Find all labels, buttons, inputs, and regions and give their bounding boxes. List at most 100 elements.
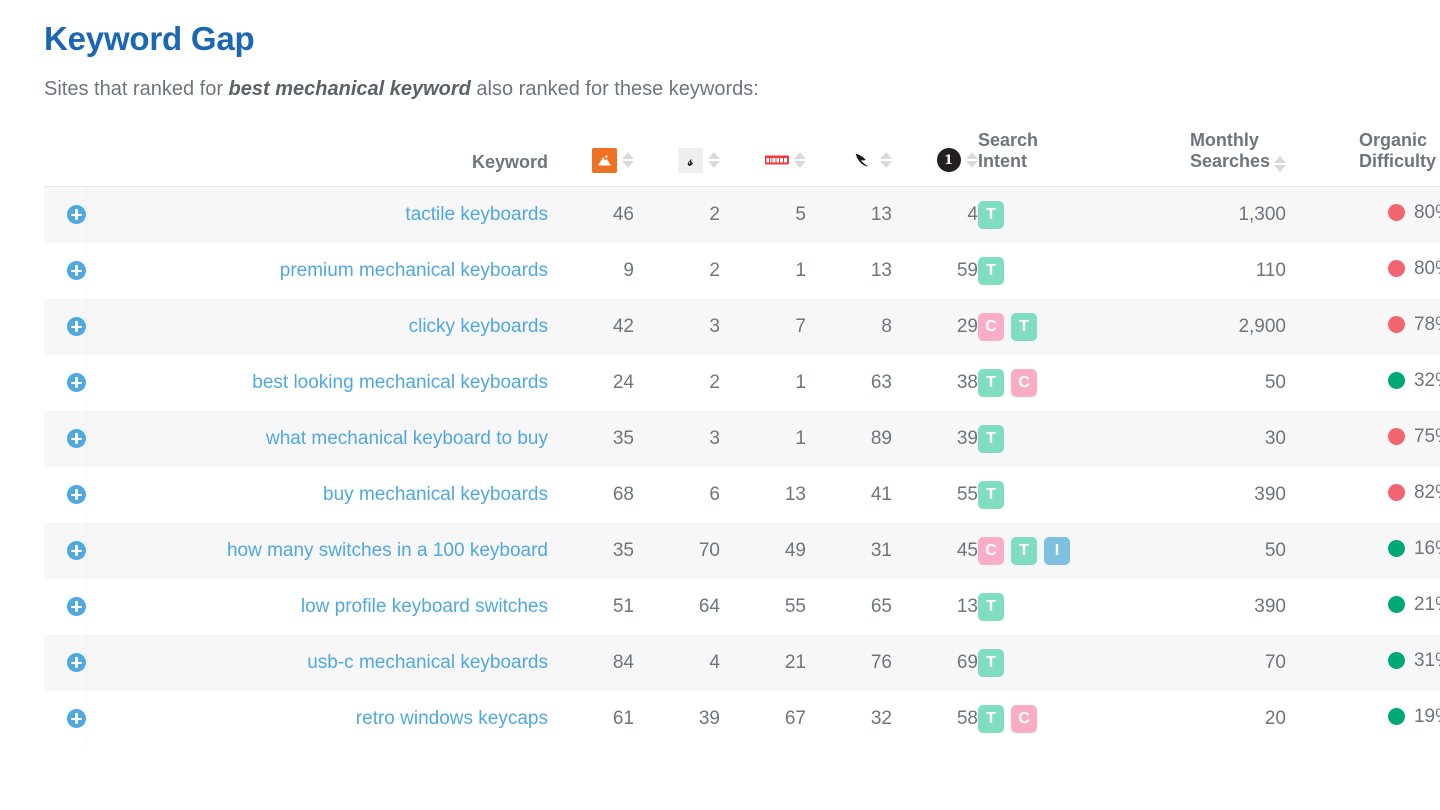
- site-1-rank-cell: 9: [548, 242, 634, 299]
- site-5-sort-toggle[interactable]: [966, 151, 978, 169]
- site-2-rank-cell: 3: [634, 298, 720, 355]
- difficulty-dot-icon: [1387, 260, 1405, 278]
- site-5-rank-cell: 55: [892, 466, 978, 523]
- site-1-sort-toggle[interactable]: [622, 151, 634, 169]
- site-4-rank-cell: 63: [806, 354, 892, 411]
- expand-row-cell[interactable]: [44, 186, 87, 243]
- site-4-rank-cell: 41: [806, 466, 892, 523]
- black-circle-one-favicon-icon: 1: [936, 148, 961, 173]
- plus-circle-icon[interactable]: [66, 205, 86, 225]
- keyword-link[interactable]: low profile keyboard switches: [301, 596, 548, 617]
- plus-circle-icon[interactable]: [66, 597, 86, 617]
- difficulty-value: 16%: [1413, 537, 1440, 559]
- keyword-link[interactable]: retro windows keycaps: [356, 708, 548, 729]
- site-2-column-header[interactable]: 𝓈: [634, 130, 720, 187]
- intent-badge-c: C: [978, 312, 1004, 341]
- site-3-sort-toggle[interactable]: [794, 151, 806, 169]
- difficulty-indicator: 80%: [1387, 257, 1440, 280]
- keyword-link[interactable]: buy mechanical keyboards: [323, 484, 548, 505]
- keyword-link[interactable]: usb-c mechanical keyboards: [307, 652, 548, 673]
- site-1-rank-cell: 46: [548, 186, 634, 243]
- monthly-searches-sort-toggle[interactable]: [1274, 155, 1286, 173]
- intent-badge-group: T: [978, 480, 1096, 509]
- difficulty-value: 80%: [1413, 257, 1440, 279]
- expand-row-cell[interactable]: [44, 578, 87, 635]
- plus-circle-icon[interactable]: [66, 317, 86, 337]
- site-3-rank-cell: 1: [720, 242, 806, 299]
- plus-circle-icon[interactable]: [66, 373, 86, 393]
- keyword-link[interactable]: what mechanical keyboard to buy: [266, 428, 548, 449]
- site-1-rank-cell: 24: [548, 354, 634, 411]
- organic-difficulty-cell: 80%: [1286, 186, 1440, 243]
- expand-row-cell[interactable]: [44, 522, 87, 579]
- difficulty-value: 21%: [1413, 593, 1440, 615]
- keyword-cell: low profile keyboard switches: [86, 578, 548, 635]
- keyword-link[interactable]: premium mechanical keyboards: [280, 260, 548, 281]
- site-3-rank-cell: 5: [720, 186, 806, 243]
- intent-badge-group: CT: [978, 312, 1096, 341]
- organic-difficulty-cell: 19%: [1286, 690, 1440, 747]
- organic-difficulty-column-header[interactable]: Organic Difficulty: [1286, 130, 1440, 187]
- keyword-cell: what mechanical keyboard to buy: [86, 410, 548, 467]
- site-2-rank-cell: 6: [634, 466, 720, 523]
- site-1-rank-cell: 51: [548, 578, 634, 635]
- expand-row-cell[interactable]: [44, 298, 87, 355]
- difficulty-indicator: 32%: [1387, 370, 1440, 392]
- site-1-rank-cell: 35: [548, 410, 634, 467]
- expand-row-cell[interactable]: [44, 354, 87, 411]
- monthly-searches-column-header[interactable]: Monthly Searches: [1096, 130, 1286, 187]
- keyword-link[interactable]: best looking mechanical keyboards: [252, 372, 548, 393]
- site-3-rank-cell: 13: [720, 466, 806, 523]
- site-4-rank-cell: 65: [806, 578, 892, 635]
- plus-circle-icon[interactable]: [66, 429, 86, 449]
- table-row: tactile keyboards4625134T 1,300 80%: [44, 186, 1440, 243]
- keyword-link[interactable]: tactile keyboards: [405, 204, 548, 225]
- site-5-column-header[interactable]: 1: [892, 130, 978, 187]
- search-intent-cell: T: [978, 466, 1096, 523]
- difficulty-value: 75%: [1413, 425, 1440, 447]
- site-4-sort-toggle[interactable]: [880, 151, 892, 169]
- expand-row-cell[interactable]: [44, 242, 87, 299]
- difficulty-indicator: 80%: [1387, 202, 1440, 224]
- search-intent-label-line2: Intent: [978, 151, 1027, 172]
- plus-circle-icon[interactable]: [66, 709, 86, 729]
- intent-badge-c: C: [1011, 368, 1037, 397]
- plus-circle-icon[interactable]: [66, 541, 86, 561]
- keyword-cell: how many switches in a 100 keyboard: [86, 522, 548, 579]
- svg-text:𝓈: 𝓈: [687, 153, 693, 169]
- difficulty-indicator: 16%: [1387, 537, 1440, 560]
- difficulty-dot-icon: [1387, 316, 1405, 334]
- keyword-gap-page: Keyword Gap Sites that ranked for best m…: [0, 0, 1440, 810]
- site-2-sort-toggle[interactable]: [708, 151, 720, 169]
- search-intent-cell: T: [978, 634, 1096, 691]
- organic-difficulty-cell: 21%: [1286, 578, 1440, 635]
- intent-badge-t: T: [978, 704, 1004, 733]
- site-3-column-header[interactable]: [720, 130, 806, 187]
- monthly-searches-cell: 70: [1096, 634, 1286, 691]
- site-3-rank-cell: 7: [720, 298, 806, 355]
- expand-row-cell[interactable]: [44, 690, 87, 747]
- plus-circle-icon[interactable]: [66, 485, 86, 505]
- site-1-column-header[interactable]: [548, 130, 634, 187]
- site-1-rank-cell: 61: [548, 690, 634, 747]
- site-4-column-header[interactable]: [806, 130, 892, 187]
- difficulty-dot-icon: [1387, 708, 1405, 726]
- intent-badge-group: T: [978, 648, 1096, 677]
- intent-badge-group: TC: [978, 704, 1096, 733]
- expand-column-header: [44, 130, 86, 187]
- plus-circle-icon[interactable]: [66, 653, 86, 673]
- site-3-rank-cell: 1: [720, 410, 806, 467]
- difficulty-dot-icon: [1387, 204, 1405, 222]
- intent-badge-group: T: [978, 256, 1096, 285]
- keyword-link[interactable]: how many switches in a 100 keyboard: [227, 540, 548, 561]
- site-3-rank-cell: 55: [720, 578, 806, 635]
- site-4-rank-cell: 8: [806, 298, 892, 355]
- keyword-link[interactable]: clicky keyboards: [409, 316, 548, 337]
- site-5-rank-cell: 38: [892, 354, 978, 411]
- organic-difficulty-label-line2: Difficulty: [1358, 151, 1436, 172]
- expand-row-cell[interactable]: [44, 466, 87, 523]
- expand-row-cell[interactable]: [44, 634, 87, 691]
- expand-row-cell[interactable]: [44, 410, 87, 467]
- subtitle-prefix: Sites that ranked for: [44, 78, 229, 101]
- plus-circle-icon[interactable]: [66, 261, 86, 281]
